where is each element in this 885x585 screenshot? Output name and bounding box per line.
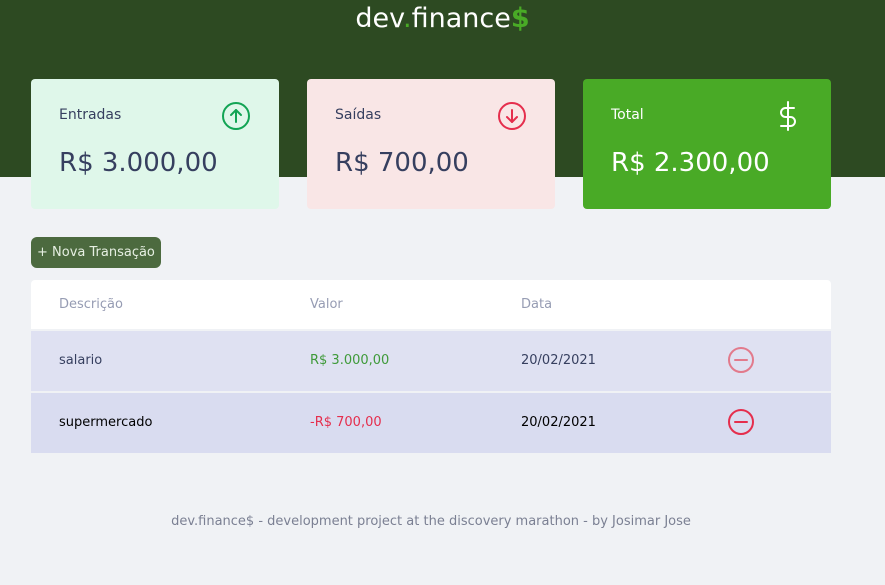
total-card: Total R$ 2.300,00 — [583, 79, 831, 209]
expense-label: Saídas — [335, 107, 382, 123]
header-value: Valor — [310, 297, 343, 312]
header-description: Descrição — [59, 297, 123, 312]
table-row: salario R$ 3.000,00 20/02/2021 — [31, 331, 831, 391]
row-description: supermercado — [59, 415, 153, 430]
row-value: -R$ 700,00 — [310, 415, 382, 430]
dollar-sign-icon — [780, 101, 796, 131]
footer-text: dev.finance$ - development project at th… — [171, 514, 691, 529]
remove-transaction-icon[interactable] — [727, 408, 755, 436]
income-card: Entradas R$ 3.000,00 — [31, 79, 279, 209]
transactions-table: Descrição Valor Data salario R$ 3.000,00… — [31, 280, 831, 453]
arrow-up-circle-icon — [222, 102, 250, 130]
remove-transaction-icon[interactable] — [727, 346, 755, 374]
table-header: Descrição Valor Data — [31, 280, 831, 329]
row-date: 20/02/2021 — [521, 415, 596, 430]
arrow-down-circle-icon — [498, 102, 526, 130]
total-amount: R$ 2.300,00 — [611, 148, 770, 178]
income-label: Entradas — [59, 107, 122, 123]
expense-amount: R$ 700,00 — [335, 148, 469, 178]
row-value: R$ 3.000,00 — [310, 353, 390, 368]
income-amount: R$ 3.000,00 — [59, 148, 218, 178]
total-label: Total — [611, 107, 644, 123]
row-description: salario — [59, 353, 103, 368]
header-date: Data — [521, 297, 553, 312]
table-row: supermercado -R$ 700,00 20/02/2021 — [31, 393, 831, 453]
new-transaction-button[interactable]: + Nova Transação — [31, 237, 161, 268]
row-date: 20/02/2021 — [521, 353, 596, 368]
app-logo: dev.finance$ — [355, 3, 530, 34]
expense-card: Saídas R$ 700,00 — [307, 79, 555, 209]
